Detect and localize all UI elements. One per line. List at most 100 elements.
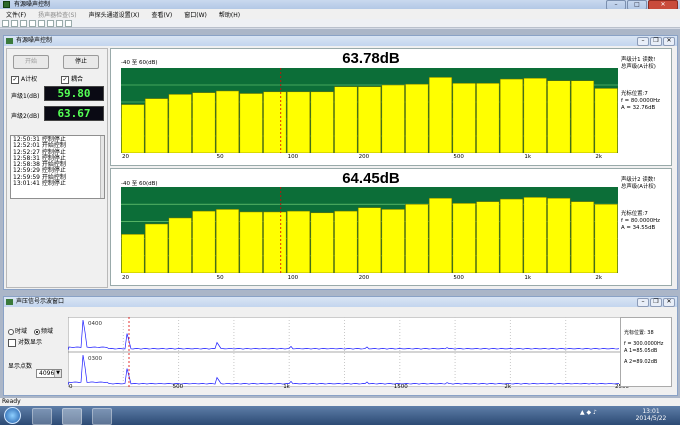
- bar-1.25k: [547, 80, 571, 153]
- bar-630: [476, 83, 500, 153]
- bar-2k: [594, 203, 618, 273]
- bar-800: [499, 78, 524, 153]
- signal-minimize-icon[interactable]: –: [637, 298, 649, 307]
- spectrum-panel-2: 64.45dB -40 至 60(dB) 20 50 100 200 500 1k 2k 声…: [110, 168, 672, 286]
- start-button[interactable]: 开始: [13, 55, 49, 69]
- freq-domain-label: 频域: [41, 328, 54, 335]
- window-icon: [6, 38, 13, 44]
- chevron-down-icon[interactable]: ▼: [54, 370, 61, 377]
- paste-icon[interactable]: [47, 19, 54, 27]
- signal-close-icon[interactable]: ✕: [663, 298, 675, 307]
- spectrum1-x-axis: 20 50 100 200 500 1k 2k: [121, 154, 618, 163]
- tray-icons[interactable]: ▲ ◆ ♪: [580, 409, 620, 421]
- sound1-label: 声级1(dB): [11, 93, 40, 100]
- bar-400: [428, 77, 453, 153]
- help-icon[interactable]: [65, 19, 72, 27]
- save-icon[interactable]: [20, 19, 27, 27]
- x-tick-label: 500: [453, 154, 464, 160]
- x-tick-label: 50: [216, 154, 224, 160]
- a-weight-checkbox[interactable]: ✓ A计权: [11, 74, 37, 84]
- print-icon[interactable]: [56, 19, 63, 27]
- bar-80: [263, 91, 287, 153]
- taskbar-explorer-icon[interactable]: [32, 408, 52, 425]
- spectrum2-freq: f = 80.0000Hz: [621, 218, 661, 224]
- new-icon[interactable]: [2, 19, 9, 27]
- log-scrollbar[interactable]: [100, 136, 104, 198]
- child-close-icon[interactable]: ✕: [663, 37, 675, 46]
- spectrum1-plot[interactable]: [121, 68, 618, 153]
- menu-item-1[interactable]: 扬声器检查(S): [32, 10, 83, 19]
- points-select[interactable]: 4096 ▼: [36, 369, 62, 378]
- spectrum2-plot[interactable]: [121, 187, 618, 273]
- child-restore-icon[interactable]: ❐: [650, 37, 662, 46]
- x-tick-label: 20: [122, 275, 129, 281]
- coupling-checkbox[interactable]: ✓ 耦合: [61, 74, 83, 84]
- start-orb-icon[interactable]: [4, 407, 21, 424]
- sound2-label: 声级2(dB): [11, 113, 40, 120]
- bar-100: [286, 210, 311, 273]
- window-icon: [6, 299, 13, 305]
- points-label: 显示点数: [8, 363, 33, 370]
- spectrum1-side-total: 声级计1 读数!: [621, 57, 656, 63]
- toolbar: [0, 19, 680, 28]
- bar-200: [357, 207, 382, 273]
- menu-item-5[interactable]: 帮助(H): [213, 10, 246, 19]
- signal-restore-icon[interactable]: ❐: [650, 298, 662, 307]
- bar-160: [334, 210, 358, 273]
- bar-125: [310, 91, 334, 153]
- time-domain-radio[interactable]: 时域: [8, 326, 27, 335]
- bar-100: [286, 91, 311, 153]
- spectrum1-total-db: 63.78dB: [342, 50, 400, 67]
- signal-y-label: 0300: [88, 356, 102, 362]
- x-tick-label: 1k: [524, 154, 532, 160]
- taskbar-folder-icon[interactable]: [92, 408, 112, 425]
- bar-1k: [523, 197, 547, 273]
- spectrum1-scale-label: -40 至 60(dB): [121, 60, 158, 66]
- signal-freq: f = 300.0000Hz: [624, 341, 664, 347]
- taskbar: ▲ ◆ ♪ 13:01 2014/5/22: [0, 406, 680, 425]
- signal-plot[interactable]: 0400 0300: [68, 317, 621, 387]
- log-display-checkbox[interactable]: 对数显示: [8, 337, 42, 347]
- bar-800: [499, 198, 524, 273]
- time-domain-label: 时域: [15, 328, 28, 335]
- bar-40: [192, 92, 216, 153]
- menu-item-4[interactable]: 窗口(W): [178, 10, 213, 19]
- menu-item-0[interactable]: 文件(F): [0, 10, 32, 19]
- bar-31.5: [168, 94, 192, 153]
- x-tick-label: 20: [122, 154, 129, 160]
- tray-time: 13:01: [642, 408, 660, 415]
- bar-20: [121, 104, 145, 153]
- signal-a1: A 1=85.05dB: [624, 348, 658, 354]
- spectrum2-total-db: 64.45dB: [342, 170, 400, 187]
- bar-630: [476, 201, 500, 273]
- menu-item-2[interactable]: 声探头通道设置(X): [83, 10, 146, 19]
- status-bar: Ready: [0, 398, 680, 406]
- signal-x-tick-label: 1k: [283, 384, 290, 390]
- taskbar-app-icon[interactable]: [62, 408, 82, 425]
- noise-control-window: 有源噪声控制 – ❐ ✕ 开始 停止 ✓ A计权 ✓ 耦合 声级1(dB) 59.8…: [3, 35, 678, 290]
- menu-item-3[interactable]: 查看(V): [145, 10, 178, 19]
- spectrum2-cursor: 光标位置:7: [621, 211, 648, 217]
- stop-button[interactable]: 停止: [63, 55, 99, 69]
- bar-125: [310, 212, 334, 273]
- signal-window: 声压信号示波窗口 – ❐ ✕ 时域 频域 对数显示 显示点数 4096 ▼ 04…: [3, 296, 678, 396]
- event-log[interactable]: 12:50:31 控制停止 12:52:01 开始控制 12:52:27 控制停止 1…: [10, 135, 105, 199]
- spectrum2-side-weight: 总声级(A计权): [621, 184, 656, 190]
- open-icon[interactable]: [11, 19, 18, 27]
- cut-icon[interactable]: [29, 19, 36, 27]
- bar-63: [239, 211, 263, 273]
- log-display-check-icon: [8, 338, 16, 347]
- tray-date: 2014/5/22: [635, 415, 667, 422]
- freq-domain-radio[interactable]: 频域: [34, 326, 53, 335]
- app-icon: [3, 1, 10, 8]
- noise-control-title-bar: 有源噪声控制 – ❐ ✕: [4, 36, 677, 46]
- freq-domain-radio-icon: [34, 328, 40, 335]
- bar-250: [381, 84, 405, 153]
- a-weight-label: A计权: [21, 76, 38, 83]
- signal-x-tick-label: 1500: [393, 384, 408, 390]
- bar-2k: [594, 88, 618, 153]
- bar-63: [239, 93, 263, 153]
- child-minimize-icon[interactable]: –: [637, 37, 649, 46]
- tray-clock[interactable]: 13:01 2014/5/22: [628, 408, 674, 422]
- copy-icon[interactable]: [38, 19, 45, 27]
